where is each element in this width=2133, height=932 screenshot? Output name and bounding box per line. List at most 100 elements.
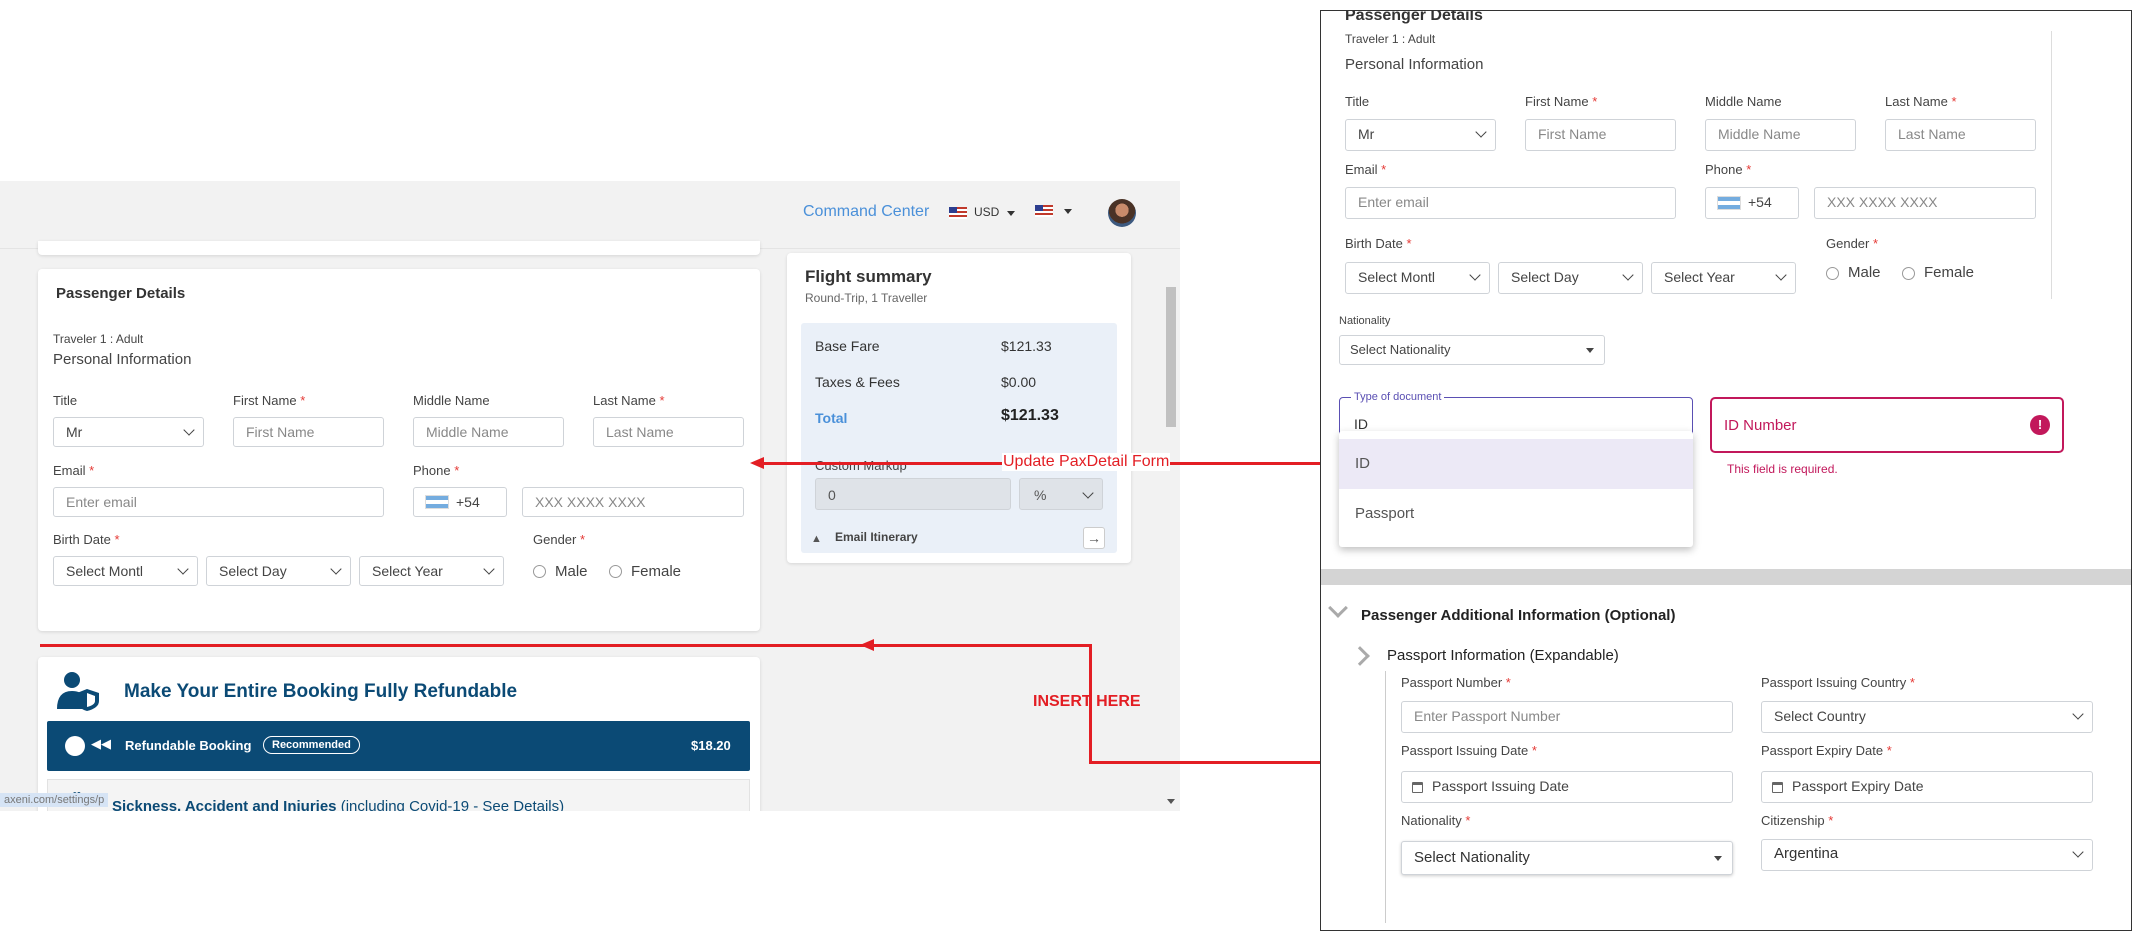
right-vertical-divider (2051, 31, 2052, 299)
gender-male-radio[interactable] (533, 565, 546, 578)
middle-name-input[interactable]: Middle Name (413, 417, 564, 447)
taxes-value: $0.00 (1001, 374, 1037, 390)
phone-label: Phone * (413, 463, 460, 478)
language-caret-icon (1064, 209, 1072, 214)
right-phone-input[interactable]: XXX XXXX XXXX (1814, 187, 2036, 219)
sickness-text: Sickness, Accident and Injuries (includi… (112, 798, 565, 811)
chevron-down-icon (2072, 846, 2084, 858)
right-phone-label: Phone * (1705, 162, 1752, 177)
gender-male-label: Male (555, 563, 588, 580)
expiry-date-input[interactable]: Passport Expiry Date (1761, 771, 2093, 803)
right-nationality-select[interactable]: Select Nationality (1339, 335, 1605, 365)
chevron-down-icon (183, 424, 195, 436)
email-input[interactable]: Enter email (53, 487, 384, 517)
left-bottom-crop (0, 811, 1180, 932)
previous-card (38, 241, 760, 255)
right-traveler-label: Traveler 1 : Adult (1345, 32, 1436, 46)
refundable-card: Make Your Entire Booking Fully Refundabl… (38, 657, 760, 811)
right-gender-male-label: Male (1848, 264, 1881, 281)
currency-select[interactable]: USD (974, 205, 999, 219)
additional-nationality-select[interactable]: Select Nationality (1401, 841, 1733, 875)
gender-female-radio[interactable] (609, 565, 622, 578)
birth-year-select[interactable]: Select Year (359, 556, 504, 586)
chevron-down-icon (483, 563, 495, 575)
first-name-input[interactable]: First Name (233, 417, 384, 447)
chevron-down-icon (1475, 126, 1487, 138)
right-email-input[interactable]: Enter email (1345, 187, 1676, 219)
right-birth-year-select[interactable]: Select Year (1651, 262, 1796, 294)
refundable-option-bar[interactable]: ◀◀ Refundable Booking Recommended $18.20 (47, 721, 750, 771)
calendar-icon (1772, 782, 1783, 793)
issuing-country-label: Passport Issuing Country * (1761, 675, 1915, 690)
flight-summary-subtitle: Round-Trip, 1 Traveller (805, 291, 928, 305)
title-select[interactable]: Mr (53, 417, 204, 447)
passport-section-title[interactable]: Passport Information (Expandable) (1387, 647, 1619, 664)
passport-section-border (1385, 671, 1386, 923)
arrow-right-icon[interactable]: → (1083, 527, 1105, 549)
left-screenshot: Command Center USD Passenger Details Tra… (0, 181, 1180, 811)
id-number-input[interactable]: ID Number ! (1710, 397, 2064, 453)
email-itinerary-link[interactable]: Email Itinerary (835, 530, 918, 544)
markup-input[interactable]: 0 (815, 478, 1011, 510)
issuing-date-input[interactable]: Passport Issuing Date (1401, 771, 1733, 803)
caret-down-icon (1714, 856, 1722, 861)
fare-breakdown: Base Fare $121.33 Taxes & Fees $0.00 Tot… (801, 323, 1117, 553)
right-middle-name-input[interactable]: Middle Name (1705, 119, 1856, 151)
calendar-icon (1412, 782, 1423, 793)
refundable-title: Make Your Entire Booking Fully Refundabl… (124, 681, 518, 702)
doc-type-value: ID (1354, 416, 1368, 432)
passenger-details-title: Passenger Details (56, 285, 186, 302)
avatar[interactable] (1108, 199, 1136, 227)
doc-option-id[interactable]: ID (1339, 439, 1693, 489)
flight-summary-title: Flight summary (805, 267, 932, 286)
update-arrowhead (750, 457, 764, 469)
base-fare-value: $121.33 (1001, 338, 1052, 354)
scrollbar-thumb[interactable] (1166, 287, 1176, 427)
additional-nationality-label: Nationality * (1401, 813, 1471, 828)
scroll-down-icon[interactable] (1167, 799, 1175, 804)
phone-input[interactable]: XXX XXXX XXXX (522, 487, 744, 517)
shield-user-icon (55, 671, 101, 711)
doc-option-passport[interactable]: Passport (1339, 489, 1693, 539)
right-gender-male-radio[interactable] (1826, 267, 1839, 280)
last-name-input[interactable]: Last Name (593, 417, 744, 447)
citizenship-label: Citizenship * (1761, 813, 1834, 828)
markup-unit-select[interactable]: % (1019, 478, 1103, 510)
taxes-label: Taxes & Fees (815, 374, 900, 390)
right-last-name-input[interactable]: Last Name (1885, 119, 2036, 151)
language-flag-icon[interactable] (1035, 205, 1053, 217)
birth-month-select[interactable]: Select Montl (53, 556, 198, 586)
right-passenger-title: Passenger Details (1343, 11, 1485, 25)
command-center-link[interactable]: Command Center (803, 203, 929, 221)
currency-caret-icon (1007, 211, 1015, 216)
citizenship-select[interactable]: Argentina (1761, 839, 2093, 871)
right-first-name-input[interactable]: First Name (1525, 119, 1676, 151)
right-birth-month-select[interactable]: Select Montl (1345, 262, 1490, 294)
birth-day-select[interactable]: Select Day (206, 556, 351, 586)
toggle-knob[interactable] (65, 736, 85, 756)
chevron-down-icon (177, 563, 189, 575)
additional-info-title[interactable]: Passenger Additional Information (Option… (1361, 607, 1675, 624)
right-gender-female-radio[interactable] (1902, 267, 1915, 280)
right-title-select[interactable]: Mr (1345, 119, 1496, 151)
refundable-price: $18.20 (691, 738, 731, 753)
right-personal-info: Personal Information (1345, 56, 1484, 73)
issuing-country-select[interactable]: Select Country (1761, 701, 2093, 733)
traveler-label: Traveler 1 : Adult (53, 332, 144, 346)
right-email-label: Email * (1345, 162, 1387, 177)
right-birth-day-select[interactable]: Select Day (1498, 262, 1643, 294)
right-gender-label: Gender * (1826, 236, 1879, 251)
chevron-down-icon (1469, 269, 1481, 281)
first-name-label: First Name * (233, 393, 306, 408)
right-nationality-label: Nationality (1339, 315, 1391, 327)
insert-line-h2 (1089, 761, 1321, 764)
last-name-label: Last Name * (593, 393, 665, 408)
flight-summary-card: Flight summary Round-Trip, 1 Traveller B… (787, 253, 1131, 563)
total-value: $121.33 (1001, 407, 1059, 424)
additional-chevron-icon[interactable] (1328, 598, 1348, 618)
insert-annotation: INSERT HERE (1033, 693, 1141, 710)
passport-chevron-icon[interactable] (1350, 646, 1370, 666)
passport-number-input[interactable]: Enter Passport Number (1401, 701, 1733, 733)
right-argentina-flag-icon (1717, 196, 1741, 210)
refundable-option-label: Refundable Booking (125, 738, 252, 753)
